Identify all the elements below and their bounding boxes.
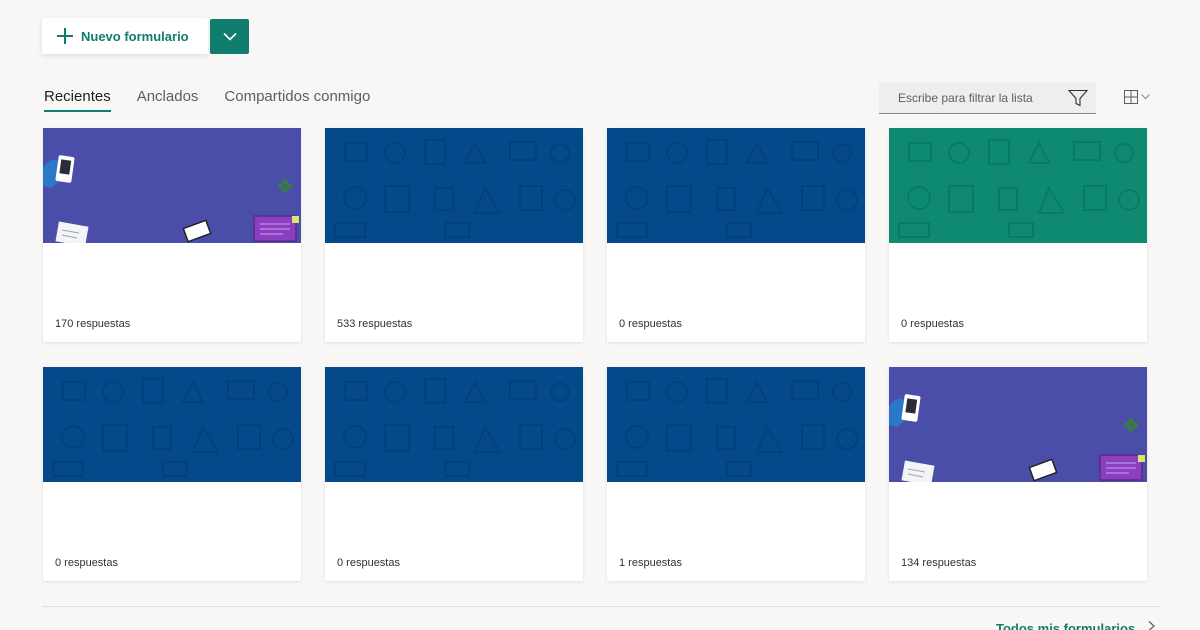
- new-form-dropdown-button[interactable]: [210, 19, 249, 54]
- form-card[interactable]: 0 respuestas: [325, 367, 583, 581]
- filter-icon[interactable]: [1068, 89, 1088, 107]
- response-count: 170 respuestas: [55, 318, 131, 330]
- new-form-button[interactable]: Nuevo formulario: [42, 18, 208, 54]
- chevron-right-icon: [1148, 621, 1155, 630]
- response-count: 533 respuestas: [337, 318, 413, 330]
- form-thumbnail: [43, 367, 301, 482]
- theme-pattern-image: [325, 128, 583, 243]
- chevron-down-icon: [222, 32, 237, 41]
- grid-view-icon: [1124, 90, 1138, 104]
- form-thumbnail: [889, 128, 1147, 243]
- filter-placeholder: Escribe para filtrar la lista: [898, 91, 1033, 105]
- tab-compartidos[interactable]: Compartidos conmigo: [224, 88, 370, 112]
- all-forms-link[interactable]: Todos mis formularios: [996, 621, 1135, 630]
- theme-pattern-image: [889, 367, 1147, 482]
- form-thumbnail: [325, 128, 583, 243]
- response-count: 0 respuestas: [337, 557, 400, 569]
- divider: [42, 606, 1160, 607]
- view-toggle-button[interactable]: [1124, 90, 1150, 104]
- form-card[interactable]: 533 respuestas: [325, 128, 583, 342]
- form-card[interactable]: 0 respuestas: [607, 128, 865, 342]
- tab-bar: Recientes Anclados Compartidos conmigo: [44, 88, 396, 112]
- form-card[interactable]: 170 respuestas: [43, 128, 301, 342]
- response-count: 0 respuestas: [55, 557, 118, 569]
- form-thumbnail: [607, 367, 865, 482]
- tab-anclados[interactable]: Anclados: [137, 88, 199, 112]
- theme-pattern-image: [607, 367, 865, 482]
- theme-pattern-image: [889, 128, 1147, 243]
- form-thumbnail: [889, 367, 1147, 482]
- theme-pattern-image: [607, 128, 865, 243]
- form-thumbnail: [43, 128, 301, 243]
- theme-pattern-image: [43, 128, 301, 243]
- response-count: 0 respuestas: [901, 318, 964, 330]
- form-thumbnail: [325, 367, 583, 482]
- form-card[interactable]: 1 respuestas: [607, 367, 865, 581]
- form-card[interactable]: 0 respuestas: [43, 367, 301, 581]
- response-count: 134 respuestas: [901, 557, 977, 569]
- theme-pattern-image: [43, 367, 301, 482]
- chevron-down-icon: [1141, 94, 1150, 100]
- theme-pattern-image: [325, 367, 583, 482]
- form-card[interactable]: 134 respuestas: [889, 367, 1147, 581]
- tab-recientes[interactable]: Recientes: [44, 88, 111, 112]
- response-count: 1 respuestas: [619, 557, 682, 569]
- plus-icon: [56, 27, 74, 45]
- response-count: 0 respuestas: [619, 318, 682, 330]
- form-thumbnail: [607, 128, 865, 243]
- form-card[interactable]: 0 respuestas: [889, 128, 1147, 342]
- filter-input[interactable]: Escribe para filtrar la lista: [879, 83, 1096, 114]
- new-form-label: Nuevo formulario: [81, 28, 189, 44]
